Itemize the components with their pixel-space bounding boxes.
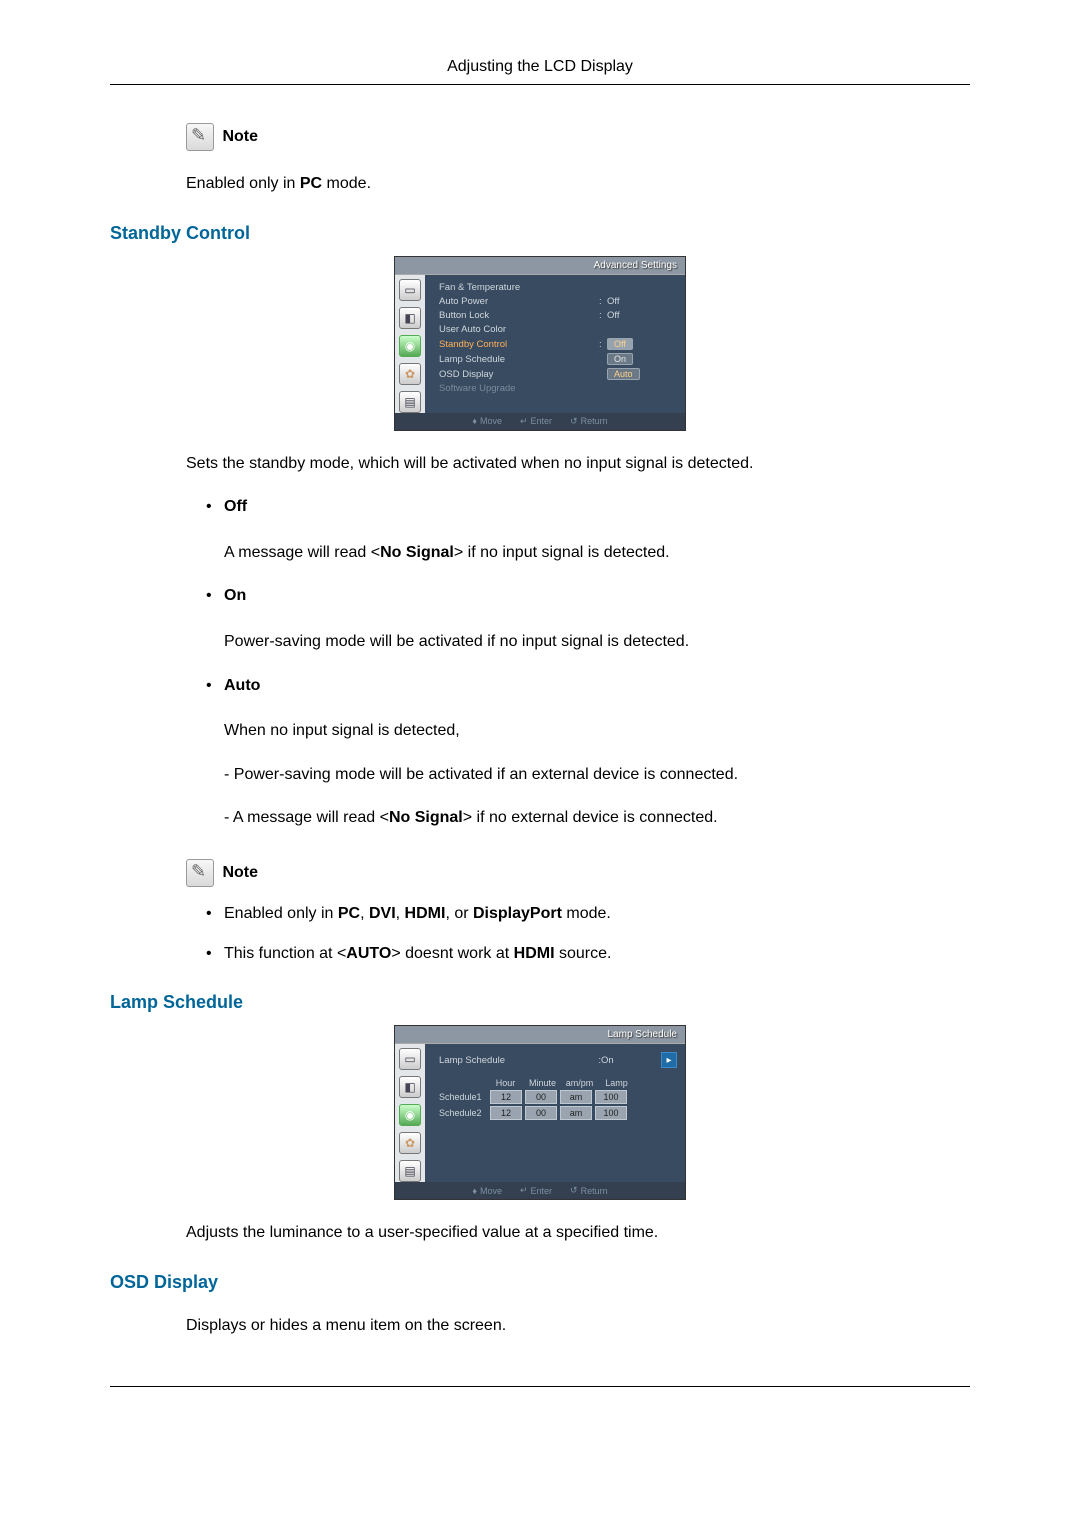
side-icon-sound: ◉: [399, 1104, 421, 1126]
row-auto-power: Auto Power:Off: [439, 295, 677, 309]
row-standby-control: Standby Control:Off: [439, 337, 677, 352]
lamp-description: Adjusts the luminance to a user-specifie…: [186, 1220, 970, 1246]
schedule1-row: Schedule1 12 00 am 100: [439, 1090, 677, 1104]
note2-line2: This function at <AUTO> doesnt work at H…: [206, 941, 970, 967]
osd2-sidebar: ▭ ◧ ◉ ✿ ▤: [395, 1044, 425, 1182]
osd-advanced-settings: Advanced Settings ▭ ◧ ◉ ✿ ▤ Fan & Temper…: [394, 256, 686, 431]
note-icon: [186, 859, 214, 887]
osd2-footer: ♦Move ↵Enter ↺Return: [395, 1182, 685, 1199]
note-icon: [186, 123, 214, 151]
move-icon: ♦: [472, 416, 477, 426]
osd-lamp-schedule: Lamp Schedule ▭ ◧ ◉ ✿ ▤ Lamp Schedule: O…: [394, 1025, 686, 1200]
side-icon-sound: ◉: [399, 335, 421, 357]
side-icon-multi: ▤: [399, 1160, 421, 1182]
row-lamp-schedule: Lamp ScheduleOn: [439, 352, 677, 367]
row-software-upgrade: Software Upgrade: [439, 382, 677, 396]
heading-lamp-schedule: Lamp Schedule: [110, 992, 970, 1013]
return-icon: ↺: [570, 416, 578, 427]
bullet-on: On Power-saving mode will be activated i…: [206, 583, 970, 654]
side-icon-setup: ✿: [399, 1132, 421, 1154]
return-icon: ↺: [570, 1185, 578, 1196]
note-label: Note: [222, 128, 258, 145]
bullet-auto: Auto When no input signal is detected, -…: [206, 673, 970, 831]
lamp-table-header: HourMinuteam/pmLamp: [439, 1078, 677, 1088]
row-osd-display: OSD DisplayAuto: [439, 367, 677, 382]
note-label: Note: [222, 864, 258, 881]
row-button-lock: Button Lock:Off: [439, 309, 677, 323]
side-icon-multi: ▤: [399, 391, 421, 413]
schedule2-row: Schedule2 12 00 am 100: [439, 1106, 677, 1120]
side-icon-input: ▭: [399, 279, 421, 301]
osd2-title: Lamp Schedule: [395, 1026, 685, 1044]
osd1-footer: ♦Move ↵Enter ↺Return: [395, 413, 685, 430]
side-icon-picture: ◧: [399, 307, 421, 329]
move-icon: ♦: [472, 1186, 477, 1196]
osd-description: Displays or hides a menu item on the scr…: [186, 1313, 970, 1339]
note2-line1: Enabled only in PC, DVI, HDMI, or Displa…: [206, 901, 970, 927]
standby-description: Sets the standby mode, which will be act…: [186, 451, 970, 477]
row-lamp-schedule-top: Lamp Schedule: On ▸: [439, 1050, 677, 1072]
osd1-title: Advanced Settings: [395, 257, 685, 275]
row-user-auto-color: User Auto Color: [439, 323, 677, 337]
page-header: Adjusting the LCD Display: [110, 58, 970, 85]
side-icon-setup: ✿: [399, 363, 421, 385]
side-icon-picture: ◧: [399, 1076, 421, 1098]
bullet-off: Off A message will read <No Signal> if n…: [206, 494, 970, 565]
heading-standby-control: Standby Control: [110, 223, 970, 244]
enter-icon: ↵: [520, 1185, 528, 1196]
arrow-right-icon: ▸: [661, 1052, 677, 1068]
footer-rule: [110, 1386, 970, 1387]
side-icon-input: ▭: [399, 1048, 421, 1070]
row-fan: Fan & Temperature: [439, 281, 677, 295]
heading-osd-display: OSD Display: [110, 1272, 970, 1293]
osd1-sidebar: ▭ ◧ ◉ ✿ ▤: [395, 275, 425, 413]
note1-text: Enabled only in PC mode.: [186, 171, 970, 197]
enter-icon: ↵: [520, 416, 528, 427]
